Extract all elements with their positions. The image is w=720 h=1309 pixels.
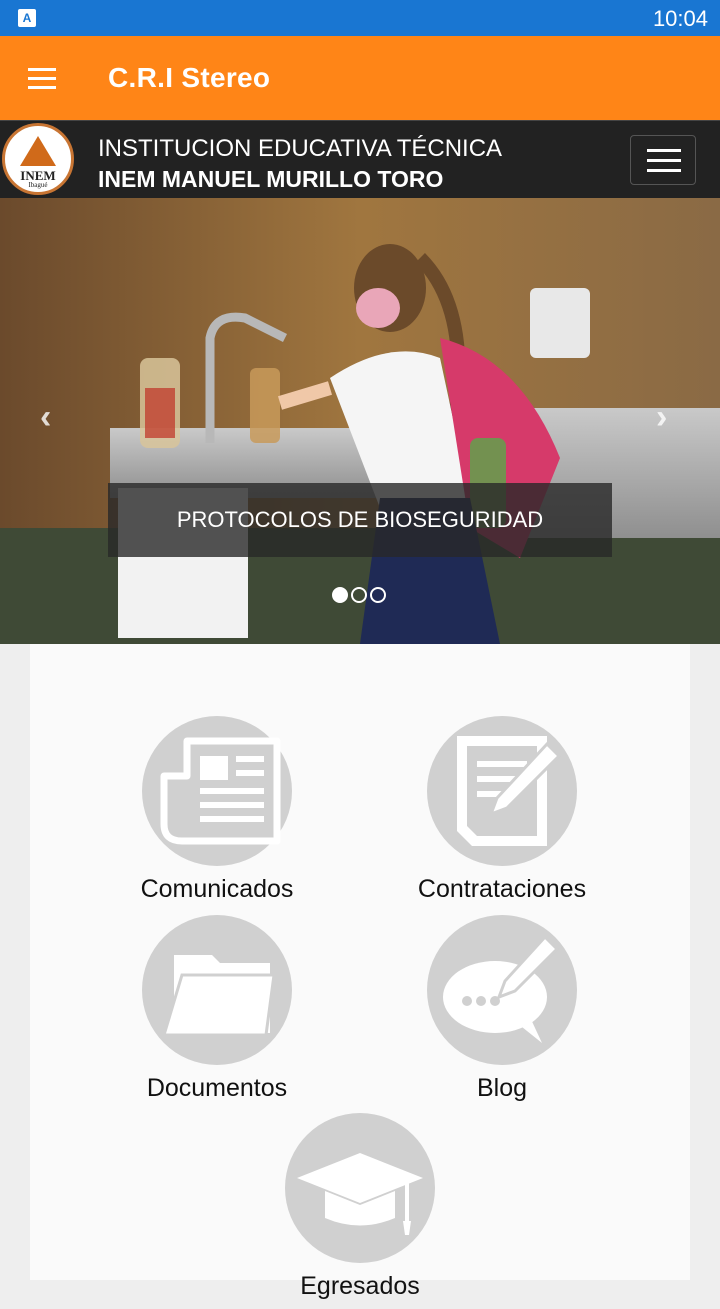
carousel-caption: PROTOCOLOS DE BIOSEGURIDAD <box>108 483 612 557</box>
carousel-dot-3[interactable] <box>370 587 386 603</box>
tile-contrataciones[interactable]: Contrataciones <box>377 716 627 912</box>
carousel-indicators <box>332 587 392 607</box>
carousel-prev-icon[interactable]: ‹ <box>40 398 51 437</box>
carousel-photo <box>0 198 720 644</box>
carousel-next-icon[interactable]: › <box>656 398 667 437</box>
institution-type: INSTITUCION EDUCATIVA TÉCNICA <box>98 135 503 162</box>
logo-subtext: Ibagué <box>28 181 48 189</box>
menu-panel: Comunicados Contrataciones Documentos Bl… <box>30 644 690 1300</box>
institution-name: INEM MANUEL MURILLO TORO <box>98 166 444 192</box>
tile-comunicados[interactable]: Comunicados <box>92 716 342 912</box>
tile-label: Contrataciones <box>417 875 587 903</box>
app-title: C.R.I Stereo <box>108 62 271 93</box>
newspaper-icon <box>142 716 292 866</box>
tile-documentos[interactable]: Documentos <box>92 915 342 1111</box>
status-clock: 10:04 <box>652 6 708 31</box>
speech-bubble-pencil-icon <box>427 915 577 1065</box>
hamburger-icon[interactable] <box>28 68 56 89</box>
app-notification-icon: A <box>18 9 36 27</box>
tile-label: Egresados <box>300 1272 420 1300</box>
carousel-dot-1[interactable] <box>332 587 348 603</box>
status-bar: A 10:04 <box>0 0 720 36</box>
nav-toggle-button[interactable] <box>630 135 696 185</box>
image-carousel[interactable]: ‹ › PROTOCOLOS DE BIOSEGURIDAD <box>0 198 720 644</box>
app-bar: C.R.I Stereo <box>0 36 720 120</box>
school-logo[interactable]: INEM Ibagué <box>2 123 74 195</box>
folder-icon <box>142 915 292 1065</box>
carousel-dot-2[interactable] <box>351 587 367 603</box>
tree-icon <box>20 136 56 166</box>
tile-blog[interactable]: Blog <box>377 915 627 1111</box>
graduation-cap-icon <box>285 1113 435 1263</box>
site-header: INEM Ibagué INSTITUCION EDUCATIVA TÉCNIC… <box>0 120 720 198</box>
tile-label: Documentos <box>146 1074 288 1102</box>
tile-label: Blog <box>476 1074 528 1102</box>
document-edit-icon <box>427 716 577 866</box>
tile-label: Comunicados <box>140 875 294 903</box>
